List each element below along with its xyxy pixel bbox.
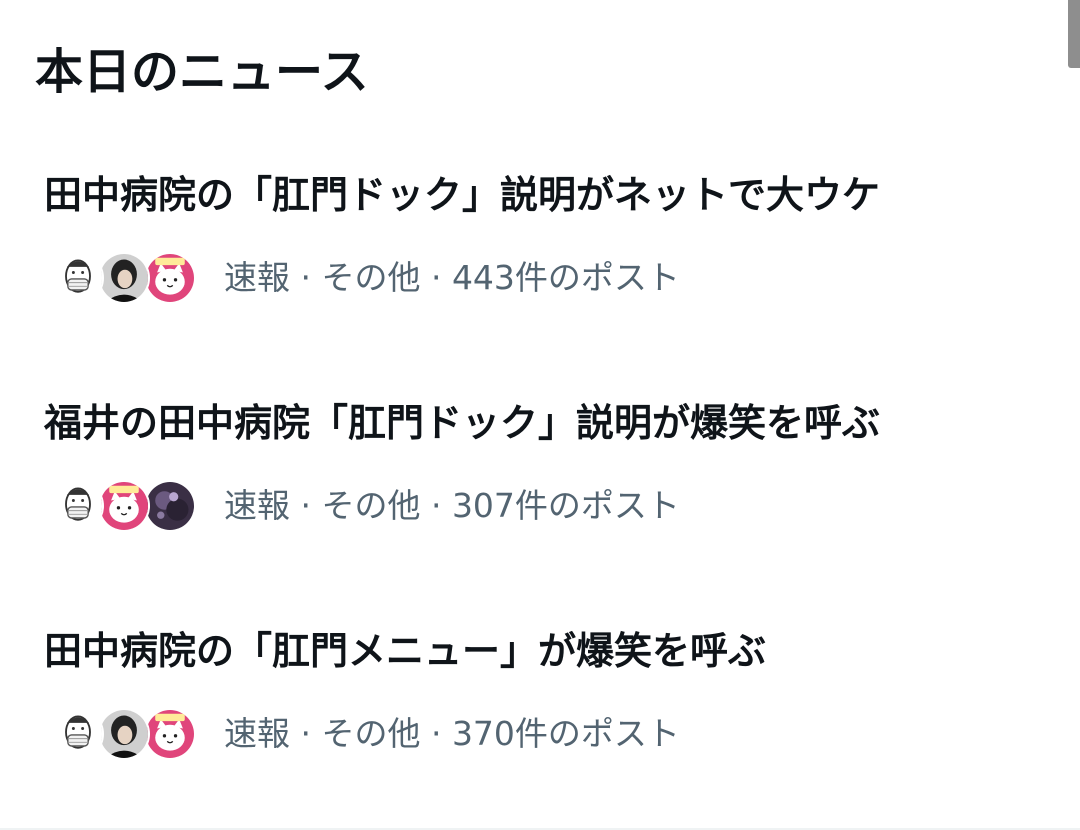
person-photo-avatar: [98, 252, 150, 304]
cat-character-avatar: [144, 708, 196, 760]
news-meta-text: 速報 · その他 · 370件のポスト: [224, 714, 680, 753]
news-meta-text: 速報 · その他 · 443件のポスト: [224, 258, 680, 297]
dark-illustration-avatar: [144, 480, 196, 532]
scrollbar-thumb[interactable]: [1068, 0, 1080, 68]
news-headline[interactable]: 福井の田中病院「肛門ドック」説明が爆笑を呼ぶ: [44, 398, 880, 448]
news-meta-text: 速報 · その他 · 307件のポスト: [224, 486, 680, 525]
news-meta: 速報 · その他 · 443件のポスト: [52, 250, 680, 306]
cat-character-avatar: [98, 480, 150, 532]
news-headline[interactable]: 田中病院の「肛門メニュー」が爆笑を呼ぶ: [44, 626, 766, 676]
masked-face-avatar: [52, 252, 104, 304]
news-item[interactable]: 田中病院の「肛門ドック」説明がネットで大ウケ 速報 · その他 · 443件のポ…: [0, 170, 1080, 370]
news-item[interactable]: 田中病院の「肛門メニュー」が爆笑を呼ぶ 速報 · その他 · 370件のポスト: [0, 626, 1080, 826]
avatar-stack: [52, 478, 202, 534]
section-title: 本日のニュース: [35, 44, 369, 100]
news-meta: 速報 · その他 · 307件のポスト: [52, 478, 680, 534]
news-headline[interactable]: 田中病院の「肛門ドック」説明がネットで大ウケ: [44, 170, 880, 220]
person-photo-avatar: [98, 708, 150, 760]
cat-character-avatar: [144, 252, 196, 304]
masked-face-avatar: [52, 708, 104, 760]
avatar-stack: [52, 250, 202, 306]
news-meta: 速報 · その他 · 370件のポスト: [52, 706, 680, 762]
masked-face-avatar: [52, 480, 104, 532]
avatar-stack: [52, 706, 202, 762]
news-item[interactable]: 福井の田中病院「肛門ドック」説明が爆笑を呼ぶ 速報 · その他 · 307件のポ…: [0, 398, 1080, 598]
